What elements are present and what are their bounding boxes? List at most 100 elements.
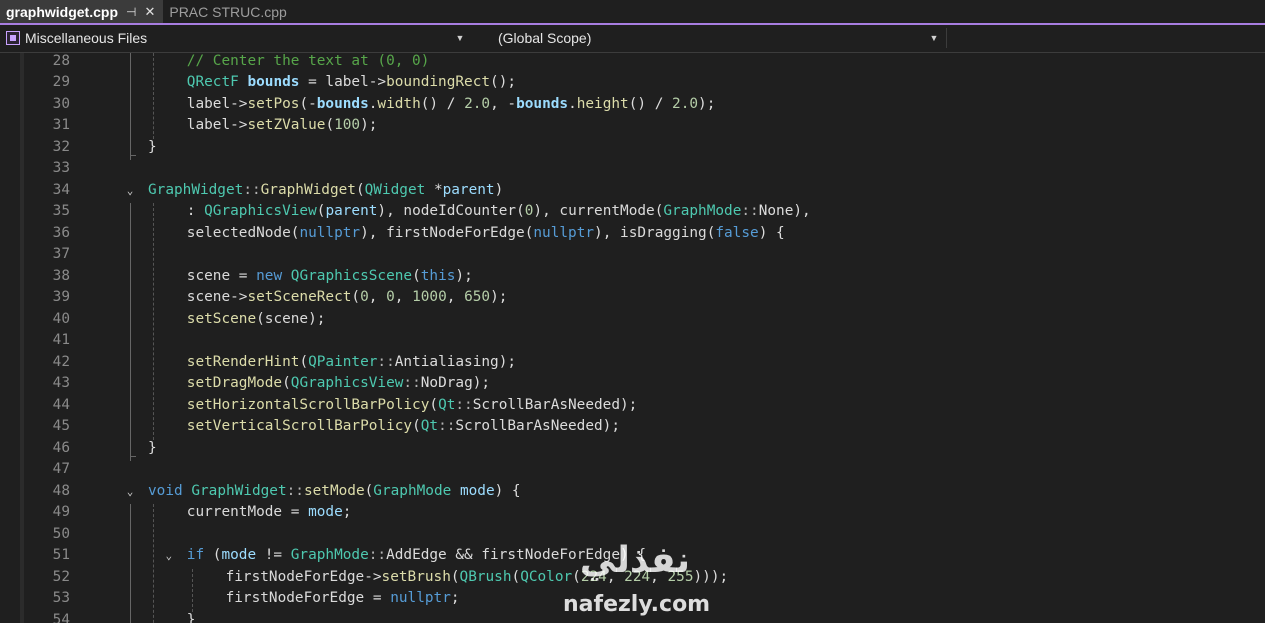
code-line[interactable]: 41 — [0, 330, 1265, 352]
code-line[interactable]: 30 label->setPos(-bounds.width() / 2.0, -… — [0, 94, 1265, 116]
line-number: 42 — [52, 353, 70, 370]
navigation-bar: Miscellaneous Files ▼ (Global Scope) ▼ — [0, 25, 1265, 53]
code-text: firstNodeForEdge->setBrush(QBrush(QColor… — [225, 568, 729, 585]
line-number: 40 — [52, 310, 70, 327]
code-text: setVerticalScrollBarPolicy(Qt::ScrollBar… — [186, 418, 621, 434]
code-line[interactable]: 47 — [0, 459, 1265, 481]
code-text: setDragMode(QGraphicsView::NoDrag); — [186, 375, 491, 391]
code-text: GraphWidget::GraphWidget(QWidget *parent… — [148, 181, 504, 198]
code-text: if (mode != GraphMode::AddEdge && firstN… — [186, 547, 647, 563]
code-line[interactable]: 46} — [0, 438, 1265, 460]
line-number: 45 — [52, 418, 70, 434]
line-number: 48 — [52, 482, 70, 499]
code-editor[interactable]: 28 // Center the text at (0, 0) 29 QRectF b… — [0, 53, 1265, 623]
scope-dropdown-label: (Global Scope) — [498, 30, 592, 46]
indent-guide — [153, 504, 154, 623]
code-text: void GraphWidget::setMode(GraphMode mode… — [148, 482, 521, 499]
line-number: 29 — [52, 74, 70, 90]
line-number: 31 — [52, 117, 70, 133]
code-line[interactable]: 42 setRenderHint(QPainter::Antialiasing); — [0, 352, 1265, 374]
line-number: 28 — [52, 53, 70, 69]
code-line[interactable]: 38 scene = new QGraphicsScene(this); — [0, 266, 1265, 288]
code-line[interactable]: 37 — [0, 244, 1265, 266]
code-text: setHorizontalScrollBarPolicy(Qt::ScrollB… — [186, 396, 638, 413]
code-text: } — [148, 138, 157, 155]
line-number: 47 — [52, 461, 70, 477]
code-line[interactable]: 34 ⌄ GraphWidget::GraphWidget(QWidget *par… — [0, 180, 1265, 202]
code-line[interactable]: 53 firstNodeForEdge = nullptr; — [0, 588, 1265, 610]
code-text: currentMode = mode; — [186, 504, 352, 520]
tab-label: graphwidget.cpp — [6, 3, 118, 20]
scope-dropdown[interactable]: (Global Scope) ▼ — [490, 28, 942, 48]
scope-guide — [130, 203, 131, 461]
line-number: 34 — [52, 181, 70, 198]
line-number: 53 — [52, 590, 70, 606]
code-line[interactable]: 43 setDragMode(QGraphicsView::NoDrag); — [0, 373, 1265, 395]
line-number: 30 — [52, 95, 70, 112]
code-text: label->setPos(-bounds.width() / 2.0, -bo… — [186, 95, 716, 112]
code-line[interactable]: 52 firstNodeForEdge->setBrush(QBrush(QCol… — [0, 567, 1265, 589]
line-number: 37 — [52, 246, 70, 262]
line-number: 43 — [52, 375, 70, 391]
code-text: QRectF bounds = label->boundingRect(); — [186, 74, 517, 90]
scope-guide — [130, 504, 131, 623]
code-line[interactable]: 28 // Center the text at (0, 0) — [0, 53, 1265, 72]
line-number: 51 — [52, 547, 70, 563]
member-dropdown[interactable] — [946, 28, 1265, 48]
code-text: selectedNode(nullptr), firstNodeForEdge(… — [186, 224, 785, 241]
code-line[interactable]: 48 ⌄ void GraphWidget::setMode(GraphMode m… — [0, 481, 1265, 503]
line-number: 36 — [52, 224, 70, 241]
chevron-down-icon: ▼ — [929, 33, 939, 43]
project-dropdown-label: Miscellaneous Files — [25, 30, 148, 46]
code-line[interactable]: 31 label->setZValue(100); — [0, 115, 1265, 137]
fold-chevron-icon[interactable]: ⌄ — [124, 481, 136, 503]
indent-guide — [153, 53, 154, 139]
line-number: 49 — [52, 504, 70, 520]
code-line[interactable]: 49 currentMode = mode; — [0, 502, 1265, 524]
code-line[interactable]: 45 setVerticalScrollBarPolicy(Qt::ScrollB… — [0, 416, 1265, 438]
code-line[interactable]: 40 setScene(scene); — [0, 309, 1265, 331]
code-text: firstNodeForEdge = nullptr; — [225, 590, 460, 606]
indent-guide — [153, 203, 154, 440]
tab-prac-struc-cpp[interactable]: PRAC STRUC.cpp — [163, 0, 294, 23]
pin-icon[interactable]: ⊣ — [126, 5, 136, 19]
tab-graphwidget-cpp[interactable]: graphwidget.cpp ⊣ ✕ — [0, 0, 164, 23]
scope-end-marker — [130, 455, 136, 457]
code-line[interactable]: 39 scene->setSceneRect(0, 0, 1000, 650); — [0, 287, 1265, 309]
code-text: scene->setSceneRect(0, 0, 1000, 650); — [186, 289, 508, 305]
chevron-down-icon: ▼ — [455, 33, 465, 43]
line-number: 54 — [52, 611, 70, 623]
close-icon[interactable]: ✕ — [144, 4, 155, 20]
fold-chevron-icon[interactable]: ⌄ — [163, 545, 175, 567]
code-line[interactable]: 50 — [0, 524, 1265, 546]
code-text: } — [186, 611, 196, 623]
code-text: : QGraphicsView(parent), nodeIdCounter(0… — [186, 203, 811, 219]
tab-label: PRAC STRUC.cpp — [169, 3, 287, 20]
code-text: // Center the text at (0, 0) — [186, 53, 430, 69]
code-text: setRenderHint(QPainter::Antialiasing); — [186, 353, 517, 370]
code-line[interactable]: 35: QGraphicsView(parent), nodeIdCounter… — [0, 201, 1265, 223]
code-line[interactable]: 54} — [0, 610, 1265, 623]
indent-guide — [192, 568, 193, 612]
line-number: 44 — [52, 396, 70, 413]
code-text: label->setZValue(100); — [186, 117, 378, 133]
misc-files-icon — [6, 31, 20, 45]
code-line[interactable]: 44 setHorizontalScrollBarPolicy(Qt::Scrol… — [0, 395, 1265, 417]
code-line[interactable]: 29 QRectF bounds = label->boundingRect(); — [0, 72, 1265, 94]
code-text: setScene(scene); — [186, 310, 326, 327]
line-number: 39 — [52, 289, 70, 305]
line-number: 32 — [52, 138, 70, 155]
code-line[interactable]: 36 selectedNode(nullptr), firstNodeForEdg… — [0, 223, 1265, 245]
code-text: } — [148, 439, 157, 456]
line-number: 46 — [52, 439, 70, 456]
scope-guide — [130, 53, 131, 160]
fold-chevron-icon[interactable]: ⌄ — [124, 180, 136, 202]
line-number: 38 — [52, 267, 70, 284]
scope-end-marker — [130, 154, 136, 156]
code-line[interactable]: 51 ⌄ if (mode != GraphMode::AddEdge && fir… — [0, 545, 1265, 567]
code-text: scene = new QGraphicsScene(this); — [186, 267, 473, 284]
code-line[interactable]: 32} — [0, 137, 1265, 159]
code-line[interactable]: 33 — [0, 158, 1265, 180]
document-tab-strip: graphwidget.cpp ⊣ ✕ PRAC STRUC.cpp — [0, 0, 1265, 25]
project-dropdown[interactable]: Miscellaneous Files ▼ — [2, 28, 468, 48]
